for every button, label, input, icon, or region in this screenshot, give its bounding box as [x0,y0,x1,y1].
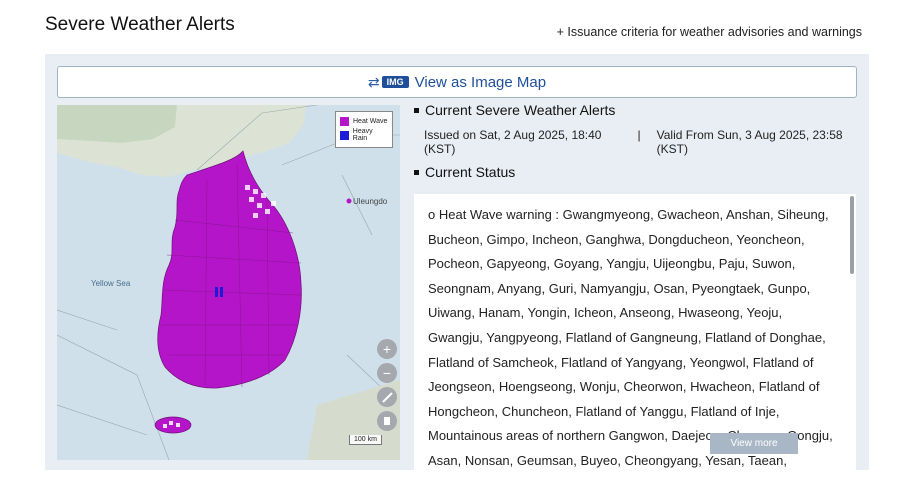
scrollbar[interactable] [850,196,854,274]
heavy-rain-swatch [340,130,349,140]
ruler-icon[interactable] [377,387,397,407]
view-image-map-button[interactable]: ⇄ IMG View as Image Map [57,66,857,98]
korea-map-graphic: Yellow Sea Uleungdo [57,105,400,460]
valid-time: Valid From Sun, 3 Aug 2025, 23:58 (KST) [656,128,843,156]
zoom-in-button[interactable]: + [377,339,397,359]
legend-label: Heavy Rain [352,128,373,142]
status-text: o Heat Wave warning : Gwangmyeong, Gwach… [428,207,833,468]
issuance-criteria-link[interactable]: + Issuance criteria for weather advisori… [557,25,862,39]
sea-label: Yellow Sea [91,279,131,288]
view-image-map-label: View as Image Map [414,73,547,91]
bullet-icon [414,169,419,175]
zoom-out-button[interactable]: − [377,363,397,383]
legend-item-heat-wave: Heat Wave [340,117,388,126]
layers-icon[interactable] [377,411,397,431]
map-legend: Heat Wave Heavy Rain [335,111,393,148]
island-label: Uleungdo [353,197,388,206]
separator: | [637,128,641,142]
bullet-icon [414,107,419,113]
current-status-heading: Current Status [414,164,862,180]
page-title: Severe Weather Alerts [45,14,235,35]
legend-item-heavy-rain: Heavy Rain [340,128,388,142]
alert-info: Current Severe Weather Alerts Issued on … [414,102,862,180]
weather-alert-map[interactable]: Yellow Sea Uleungdo Heat Wave Heavy Rain… [57,105,400,460]
image-map-icon: ⇄ IMG [368,74,409,91]
status-text-box[interactable]: o Heat Wave warning : Gwangmyeong, Gwach… [414,194,856,470]
map-controls: + − [377,339,397,431]
current-alerts-heading: Current Severe Weather Alerts [414,102,862,118]
issued-time: Issued on Sat, 2 Aug 2025, 18:40 (KST) [424,128,602,156]
issued-valid-row: Issued on Sat, 2 Aug 2025, 18:40 (KST) |… [424,128,862,156]
alerts-panel: ⇄ IMG View as Image Map Yellow Sea Uleun… [45,54,869,470]
legend-label: Heat Wave [353,118,388,125]
heat-wave-swatch [340,117,349,126]
view-more-button[interactable]: View more [710,433,798,454]
map-scale: 100 km [349,435,382,445]
